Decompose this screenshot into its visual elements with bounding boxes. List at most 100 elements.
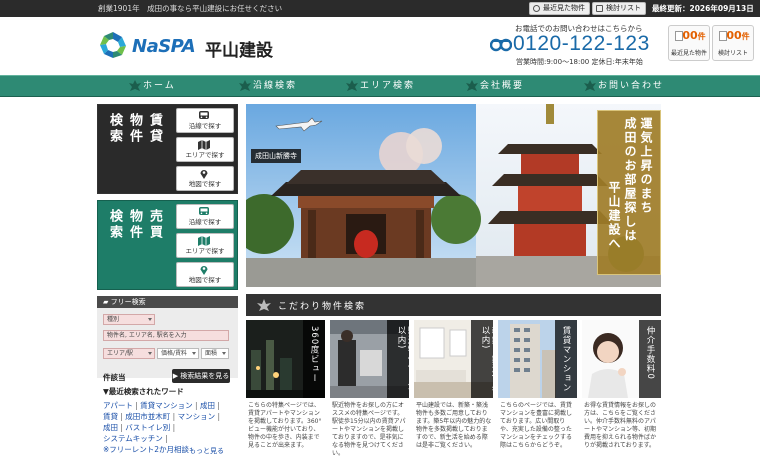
chevron-down-icon: [148, 352, 152, 355]
more-keywords-link[interactable]: もっと見る: [189, 446, 224, 456]
search-results-button[interactable]: ▶ 検索結果を見る: [172, 369, 230, 383]
logo-text[interactable]: NaSPA: [132, 36, 196, 57]
keyword-link[interactable]: ※フリーレント2か月相談: [103, 445, 189, 454]
button-label: 地図で探す: [188, 180, 222, 188]
tagline: 創業1901年 成田の事なら平山建設にお任せください: [98, 4, 283, 13]
rent-title-b: 物件: [127, 113, 142, 145]
price-select[interactable]: 価格/賃料: [157, 348, 199, 359]
recent-keywords-heading: ▼最近検索されたワード: [103, 387, 184, 396]
feature-card-360[interactable]: 360度ビュー こちらの特集ページでは、賃貸アパートやマンションを掲載しておりま…: [246, 320, 325, 475]
keyword-link[interactable]: 賃貸: [103, 412, 118, 421]
rent-line-search-button[interactable]: 沿線で探す: [176, 108, 234, 133]
sale-title-b: 物件: [127, 209, 142, 241]
hero-catchcopy: 運気上昇のまち 成田のお部屋探しは 平山建設へ: [597, 110, 661, 275]
recent-count-box[interactable]: 00件 最近見た物件: [668, 25, 710, 61]
feature-card-new[interactable]: 新築・築浅(5年以内) 平山建設では、新築・築浅物件も多数ご用意しております。築…: [414, 320, 500, 475]
keyword-link[interactable]: 成田市並木町: [125, 412, 170, 421]
card-label-bg: 駅近物件(15分以内): [387, 320, 416, 398]
hit-count: 件該当: [103, 373, 126, 382]
chevron-down-icon: [222, 352, 226, 355]
sale-title-c: 検索: [107, 209, 122, 241]
button-label: 沿線で探す: [188, 122, 222, 130]
keyword-link[interactable]: 成田: [103, 423, 118, 432]
recent-count-label: 最近見た物件: [670, 50, 707, 57]
keyword-link[interactable]: システムキッチン: [103, 434, 163, 443]
sale-title-a: 売買: [147, 209, 162, 241]
nav-home[interactable]: ホーム: [143, 76, 176, 97]
maple-leaf-icon: [239, 80, 251, 91]
rent-title-a: 賃貸: [147, 113, 162, 145]
card-description: お得な賃貸情報をお探しの方は、こちらをご覧ください。仲介手数料無料のアパートやマ…: [584, 402, 657, 449]
sale-line-search-button[interactable]: 沿線で探す: [176, 204, 234, 229]
keyword-link[interactable]: アパート: [103, 401, 133, 410]
favorite-count-box[interactable]: 00件 検討リスト: [712, 25, 754, 61]
button-label: エリアで探す: [185, 247, 225, 255]
maple-leaf-icon: [129, 80, 141, 91]
card-label: 駅近物件(15分以内): [396, 326, 416, 391]
business-hours: 営業時間:9:00〜18:00 定休日:年末年始: [516, 58, 643, 66]
station-select[interactable]: エリア/駅: [103, 348, 155, 359]
card-label-bg: 賃貸マンション: [555, 320, 577, 398]
type-select[interactable]: 種別: [103, 314, 155, 325]
chevron-down-icon: [148, 318, 152, 321]
favorite-count-label: 検討リスト: [717, 50, 748, 57]
card-description: 駅近物件をお探しの方にオススメの特集ページです。駅徒歩15分以内の賃貸アパートや…: [332, 402, 406, 457]
card-label: 賃貸マンション: [561, 326, 571, 393]
catchcopy-line: 平山建設へ: [607, 181, 621, 251]
rent-area-search-button[interactable]: エリアで探す: [176, 137, 234, 162]
hero-place-label: 成田山新勝寺: [251, 149, 301, 163]
rent-map-search-button[interactable]: 地図で探す: [176, 166, 234, 191]
card-label: 仲介手数料0: [645, 326, 655, 380]
card-label-bg: 仲介手数料0: [639, 320, 661, 398]
card-description: こちらのページでは、賃貸マンションを豊富に掲載しております。広い間取りや、充実し…: [500, 402, 573, 449]
free-search-form: 種別 物件名, エリア名, 駅名を入力 エリア/駅 価格/賃料 面積: [97, 308, 238, 378]
card-description: こちらの特集ページでは、賃貸アパートやマンションを掲載しております。360°ビュ…: [248, 402, 322, 449]
nav-contact[interactable]: お問い合わせ: [598, 76, 664, 97]
free-search-panel: ▰ フリー検索 種別 物件名, エリア名, 駅名を入力 エリア/駅 価格/賃料 …: [97, 296, 238, 466]
nav-line-search[interactable]: 沿線検索: [253, 76, 297, 97]
company-name[interactable]: 平山建設: [205, 36, 273, 61]
feature-card-nofee[interactable]: 仲介手数料0 お得な賃貸情報をお探しの方は、こちらをご覧ください。仲介手数料無料…: [582, 320, 661, 475]
tel-number[interactable]: 0120-122-123: [513, 32, 650, 56]
button-label: 地図で探す: [188, 276, 222, 284]
header: NaSPA 平山建設 お電話でのお問い合わせはこちらから 0120-122-12…: [0, 17, 760, 75]
global-nav: ホーム 沿線検索 エリア検索 会社概要 お問い合わせ: [0, 75, 760, 97]
rent-search-box: 賃貸 物件 検索 沿線で探す エリアで探す 地図で探す: [97, 104, 238, 194]
checklist-icon: [596, 5, 603, 12]
page-icon: [719, 31, 727, 41]
area-select[interactable]: 面積: [201, 348, 229, 359]
feature-card-station[interactable]: 駅近物件(15分以内) 駅近物件をお探しの方にオススメの特集ページです。駅徒歩1…: [330, 320, 416, 475]
nav-company[interactable]: 会社概要: [480, 76, 524, 97]
free-search-title: ▰ フリー検索: [97, 296, 238, 308]
recent-viewed-button[interactable]: 最近見た物件: [529, 2, 590, 15]
leaf-icon: [257, 299, 271, 311]
sale-map-search-button[interactable]: 地図で探す: [176, 262, 234, 287]
keyword-link[interactable]: マンション: [178, 412, 216, 421]
keyword-link[interactable]: バストイレ別: [125, 423, 170, 432]
nav-area-search[interactable]: エリア検索: [360, 76, 415, 97]
card-label-bg: 新築・築浅(5年以内): [471, 320, 500, 398]
button-label: エリアで探す: [185, 151, 225, 159]
feature-card-mansion[interactable]: 賃貸マンション こちらのページでは、賃貸マンションを豊富に掲載しております。広い…: [498, 320, 577, 475]
freedial-icon: [490, 38, 512, 52]
keyword-link[interactable]: 賃貸マンション: [140, 401, 193, 410]
sale-search-box: 売買 物件 検索 沿線で探す エリアで探す 地図で探す: [97, 200, 238, 290]
favorite-list-button[interactable]: 検討リスト: [592, 2, 646, 15]
naspa-logo-icon[interactable]: [98, 30, 128, 60]
hero-banner[interactable]: 成田山新勝寺 運気上昇のまち 成田のお部屋探しは 平山建設へ: [246, 104, 661, 287]
button-label: 沿線で探す: [188, 218, 222, 226]
card-label: 360度ビュー: [309, 326, 319, 384]
rent-title-c: 検索: [107, 113, 122, 145]
clock-icon: [533, 5, 540, 12]
maple-leaf-icon: [346, 80, 358, 91]
card-label: 新築・築浅(5年以内): [480, 326, 500, 394]
keyword-input[interactable]: 物件名, エリア名, 駅名を入力: [103, 330, 229, 341]
maple-leaf-icon: [584, 80, 596, 91]
card-description: 平山建設では、新築・築浅物件も多数ご用意しております。築5年以内の魅力的な物件を…: [416, 402, 492, 449]
maple-leaf-icon: [466, 80, 478, 91]
card-label-bg: 360度ビュー: [303, 320, 325, 398]
last-updated: 最終更新：2026年09月13日: [652, 4, 754, 13]
keyword-link[interactable]: 成田: [200, 401, 215, 410]
chevron-down-icon: [192, 352, 196, 355]
sale-area-search-button[interactable]: エリアで探す: [176, 233, 234, 258]
